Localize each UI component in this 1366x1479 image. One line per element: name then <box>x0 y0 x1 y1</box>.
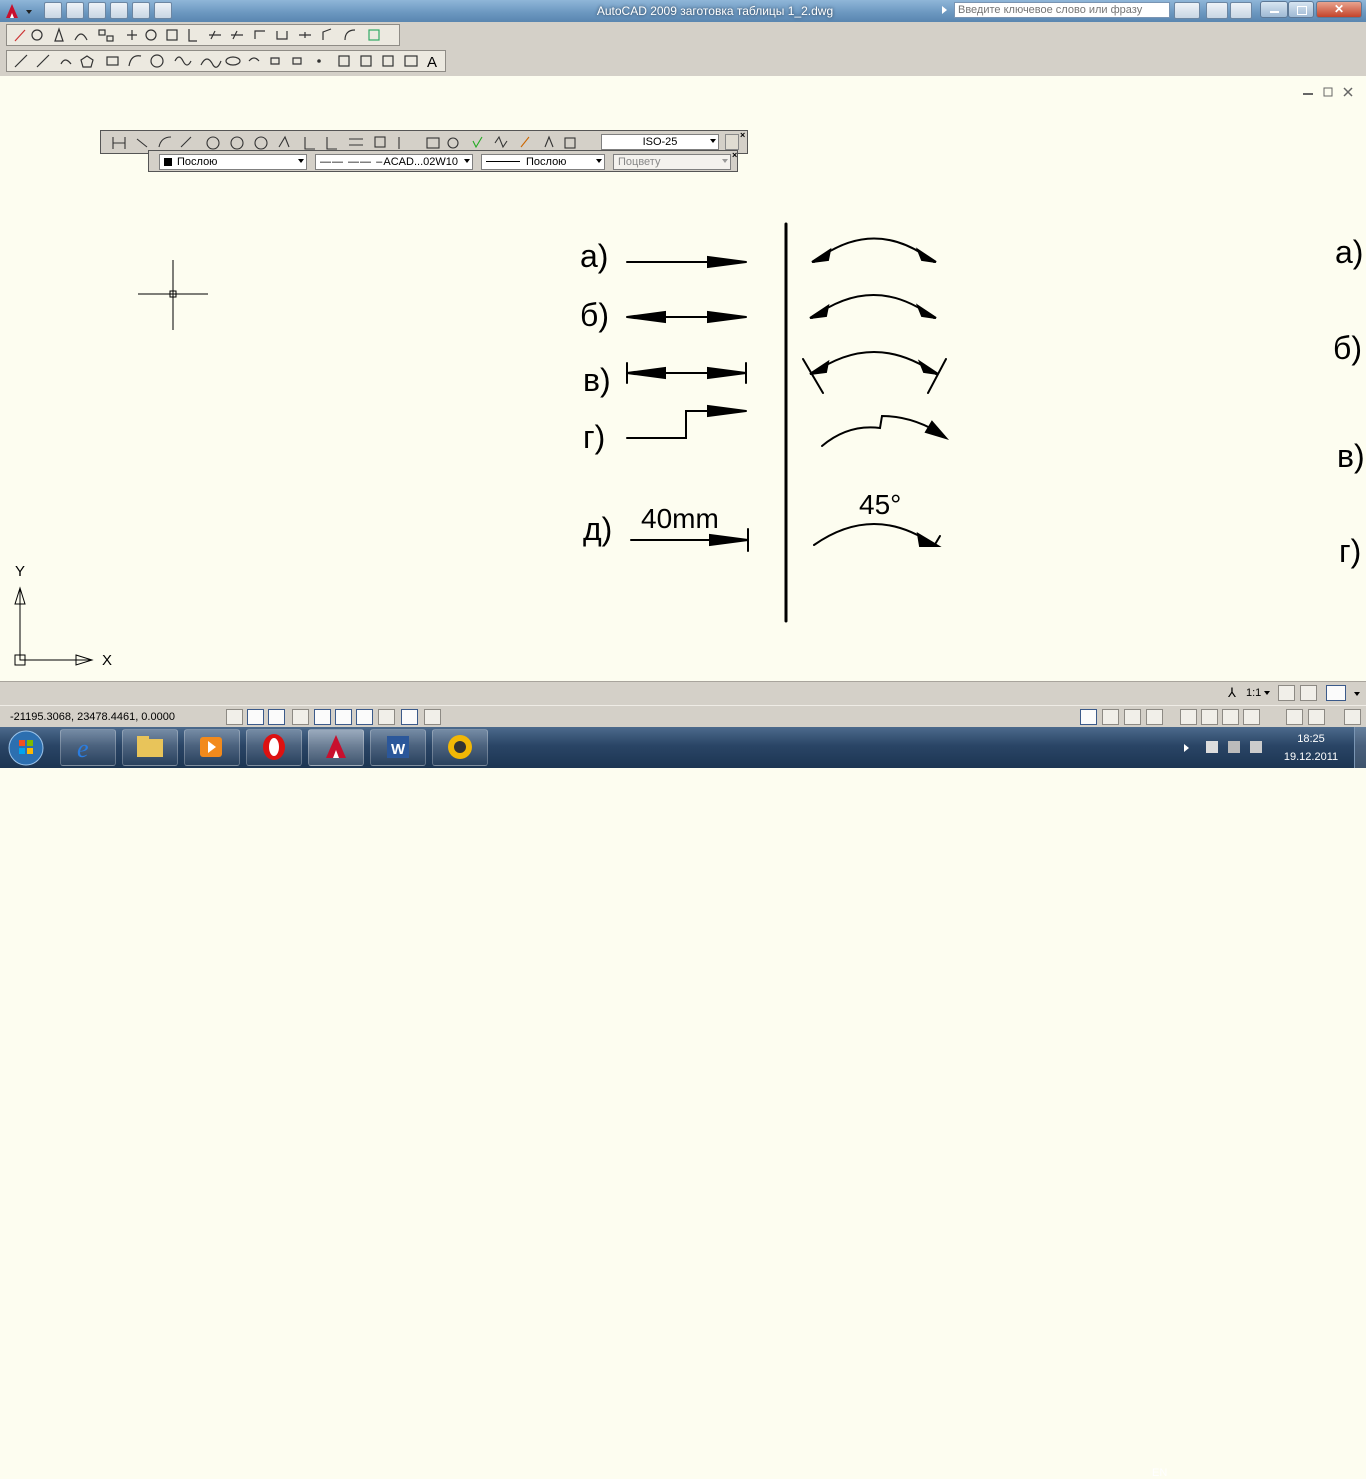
svg-text:e: e <box>77 734 89 763</box>
show-desktop-button[interactable] <box>1354 727 1366 768</box>
arrowhead-d <box>707 404 747 418</box>
arc-c <box>811 351 937 375</box>
zoom-icon[interactable] <box>1201 709 1218 725</box>
show-lineweight-icon[interactable] <box>401 709 418 725</box>
annotation-scale-icon[interactable]: ⅄ <box>1228 685 1244 701</box>
clock-time[interactable]: 18:25 <box>1276 733 1346 745</box>
arrowhead-c-right <box>707 366 747 380</box>
status-bar: -21195.3068, 23478.4461, 0.0000 <box>0 705 1366 727</box>
model-space-icon[interactable] <box>1080 709 1097 725</box>
annotation-visibility-icon[interactable] <box>1278 685 1295 701</box>
arc-b <box>811 294 935 319</box>
snap-mode-icon[interactable] <box>226 709 243 725</box>
lock-icon[interactable] <box>1308 709 1325 725</box>
line-d <box>626 410 747 439</box>
layout-2-icon[interactable] <box>1124 709 1141 725</box>
object-snap-tracking-icon[interactable] <box>335 709 352 725</box>
lock-toolbars-icon[interactable] <box>1326 685 1346 701</box>
ucs-y-label: Y <box>15 563 26 580</box>
language-indicator[interactable]: EN <box>1152 1467 1167 1479</box>
tray-arrow-icon[interactable] <box>1184 744 1189 752</box>
auto-scale-icon[interactable] <box>1300 685 1317 701</box>
network-icon[interactable] <box>1228 741 1240 753</box>
right-label-d: г) <box>1339 533 1362 569</box>
polar-tracking-icon[interactable] <box>292 709 309 725</box>
arrowhead-e <box>709 533 749 547</box>
start-button[interactable] <box>4 728 48 768</box>
right-label-c: в) <box>1337 438 1365 474</box>
right-label-a: а) <box>1335 234 1364 270</box>
steering-wheel-icon[interactable] <box>1222 709 1239 725</box>
arrowhead-c-left <box>626 366 666 380</box>
taskbar-media-player[interactable] <box>184 729 240 766</box>
drawing-canvas <box>14 222 950 666</box>
quick-properties-icon[interactable] <box>424 709 441 725</box>
pan-icon[interactable] <box>1180 709 1197 725</box>
taskbar-word[interactable]: W <box>370 729 426 766</box>
taskbar-explorer[interactable] <box>122 729 178 766</box>
status-menu-arrow-icon[interactable] <box>1354 692 1360 696</box>
label-a: а) <box>580 238 609 274</box>
label-c: в) <box>583 362 611 398</box>
arrowhead-b-right <box>707 310 747 324</box>
volume-icon[interactable] <box>1250 741 1262 753</box>
clean-screen-icon[interactable] <box>1344 709 1361 725</box>
arc-e <box>813 523 935 546</box>
dynamic-ucs-icon[interactable] <box>356 709 373 725</box>
cursor-coordinates[interactable]: -21195.3068, 23478.4461, 0.0000 <box>10 711 175 723</box>
windows-taskbar: e W EN <box>0 727 1366 1479</box>
dimension-text: 40mm <box>641 503 719 534</box>
angle-text: 45° <box>859 489 902 520</box>
arc-a <box>813 237 935 263</box>
layout-bar: ⅄ 1:1 <box>0 681 1366 705</box>
ucs-x-label: X <box>102 652 113 669</box>
arrowhead-a <box>707 255 747 269</box>
grid-display-icon[interactable] <box>247 709 264 725</box>
taskbar-app[interactable] <box>432 729 488 766</box>
taskbar-autocad[interactable] <box>308 729 364 766</box>
clock-date[interactable]: 19.12.2011 <box>1276 751 1346 763</box>
svg-text:W: W <box>391 741 406 758</box>
right-label-b: б) <box>1333 330 1362 366</box>
label-e: д) <box>583 511 613 547</box>
workspace-switch-icon[interactable] <box>1286 709 1303 725</box>
annotation-scale-value[interactable]: 1:1 <box>1246 687 1261 699</box>
quick-view-icon[interactable] <box>1146 709 1163 725</box>
showmotion-icon[interactable] <box>1243 709 1260 725</box>
layout-1-icon[interactable] <box>1102 709 1119 725</box>
label-d: г) <box>583 419 606 455</box>
object-snap-icon[interactable] <box>314 709 331 725</box>
annotation-scale-dropdown-icon[interactable] <box>1264 691 1270 695</box>
taskbar-opera[interactable] <box>246 729 302 766</box>
label-b: б) <box>580 297 609 333</box>
arrowhead-b-left <box>626 310 666 324</box>
taskbar-internet-explorer[interactable]: e <box>60 729 116 766</box>
dynamic-input-icon[interactable] <box>378 709 395 725</box>
ortho-mode-icon[interactable] <box>268 709 285 725</box>
action-center-icon[interactable] <box>1206 741 1218 753</box>
